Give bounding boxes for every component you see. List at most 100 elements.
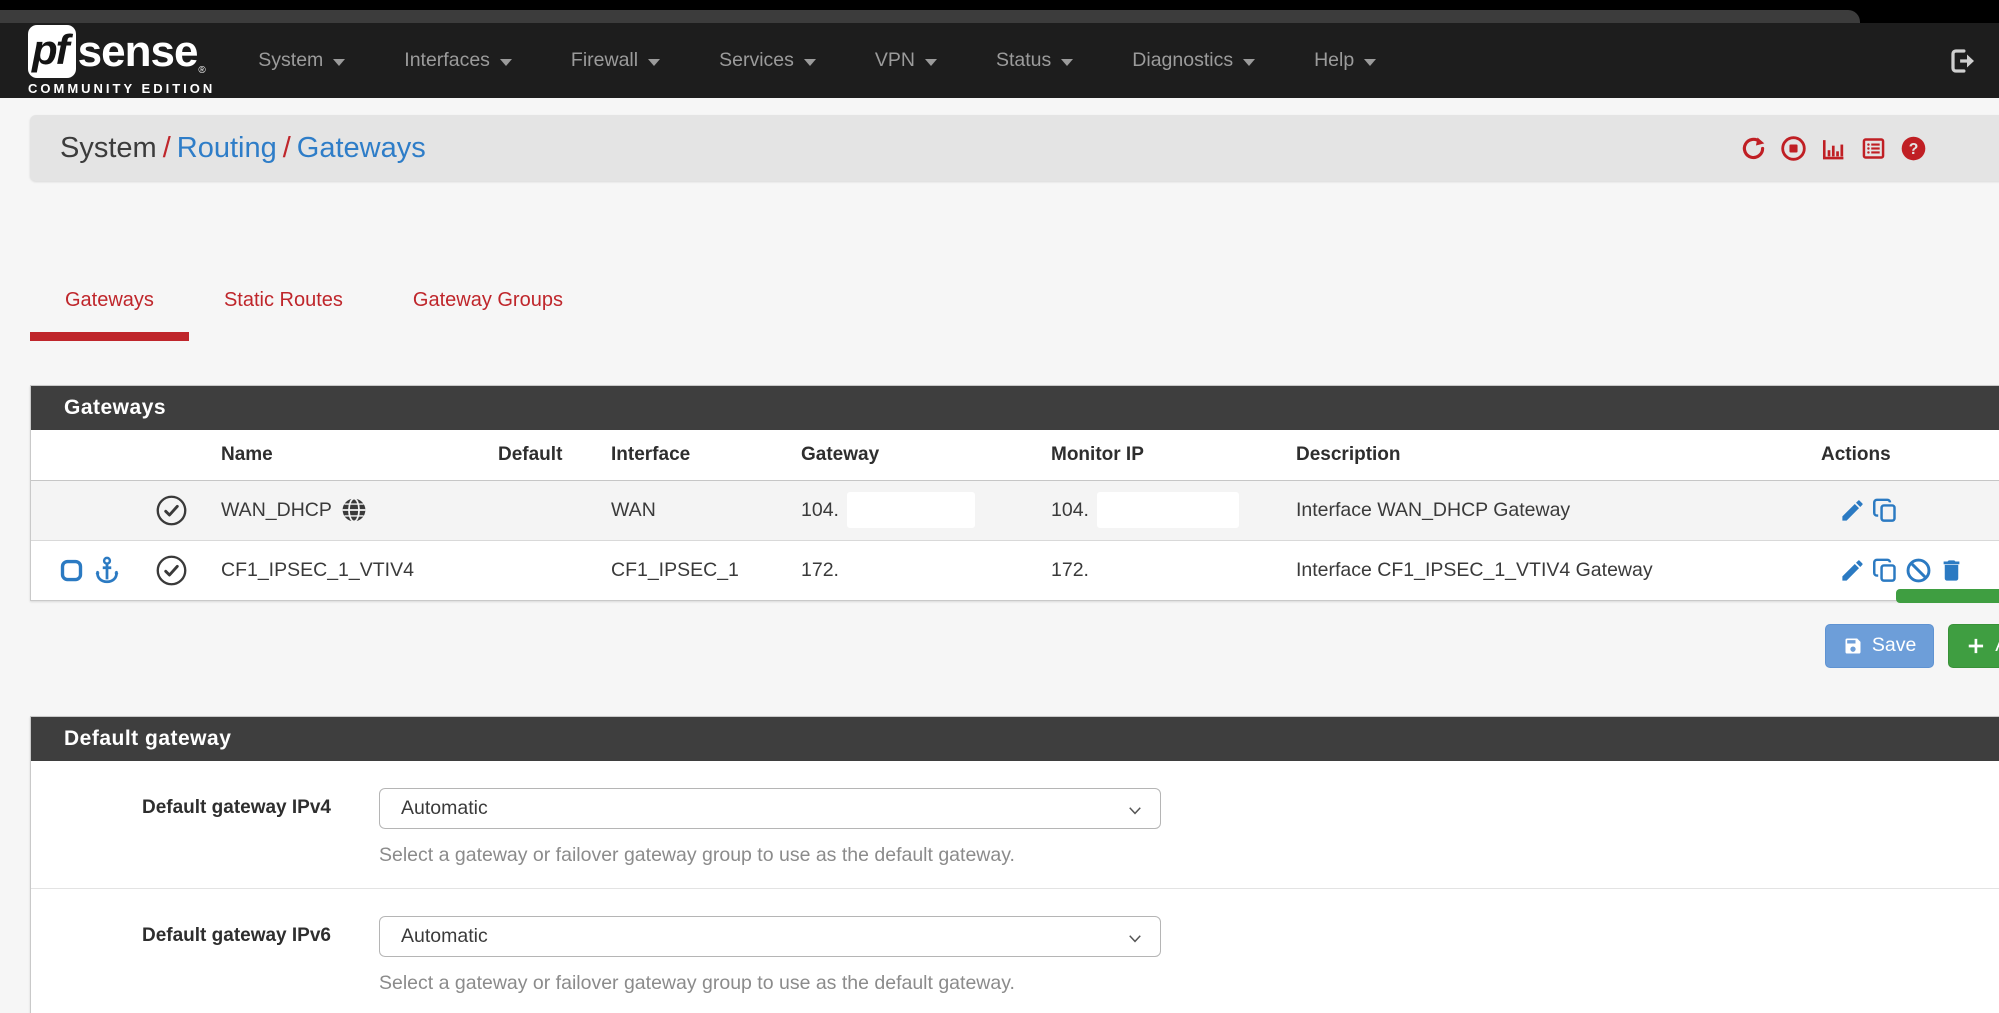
chevron-down-icon bbox=[648, 59, 660, 66]
anchor-icon[interactable] bbox=[92, 555, 122, 585]
breadcrumb-section: System bbox=[60, 132, 157, 164]
menu-item-status[interactable]: Status bbox=[975, 39, 1094, 82]
chevron-down-icon bbox=[804, 59, 816, 66]
chevron-down-icon bbox=[1126, 801, 1144, 819]
menu-item-services[interactable]: Services bbox=[698, 39, 837, 82]
table-button-bar: Save Add bbox=[30, 624, 1999, 668]
copy-icon[interactable] bbox=[1872, 497, 1899, 524]
col-monitor-ip: Monitor IP bbox=[1041, 430, 1286, 480]
gateway-interface: CF1_IPSEC_1 bbox=[601, 540, 791, 600]
menu-item-system[interactable]: System bbox=[237, 39, 366, 82]
page-header: System/Routing/Gateways ? bbox=[30, 115, 1999, 181]
gateway-default bbox=[488, 480, 601, 540]
chevron-down-icon bbox=[500, 59, 512, 66]
top-navbar: pf sense ® COMMUNITY EDITION System Inte… bbox=[0, 23, 1999, 98]
partially-hidden-add-button[interactable] bbox=[1896, 589, 1999, 603]
main-menu: System Interfaces Firewall Services VPN … bbox=[237, 39, 1414, 82]
default-gateway-panel-title: Default gateway bbox=[31, 717, 1999, 761]
col-name: Name bbox=[211, 430, 488, 480]
refresh-icon[interactable] bbox=[1740, 135, 1767, 162]
col-default: Default bbox=[488, 430, 601, 480]
menu-item-help[interactable]: Help bbox=[1293, 39, 1397, 82]
chevron-down-icon bbox=[1061, 59, 1073, 66]
edit-icon[interactable] bbox=[1839, 557, 1866, 584]
chevron-down-icon bbox=[1364, 59, 1376, 66]
svg-text:?: ? bbox=[1909, 141, 1919, 158]
form-row-ipv6: Default gateway IPv6 Automatic Select a … bbox=[31, 889, 1999, 1013]
stop-icon[interactable] bbox=[1780, 135, 1807, 162]
section-tabs: Gateways Static Routes Gateway Groups bbox=[30, 275, 1999, 341]
table-row: CF1_IPSEC_1_VTIV4 CF1_IPSEC_1 172. 172. … bbox=[31, 540, 1999, 600]
gateways-panel-title: Gateways bbox=[31, 386, 1999, 430]
monitor-ip: 172. bbox=[1041, 540, 1286, 600]
table-header-row: Name Default Interface Gateway Monitor I… bbox=[31, 430, 1999, 480]
menu-item-firewall[interactable]: Firewall bbox=[550, 39, 681, 82]
selected-value: Automatic bbox=[401, 925, 488, 948]
table-row: WAN_DHCP WAN 104. 104. Interface WAN_DHC… bbox=[31, 480, 1999, 540]
breadcrumb-separator: / bbox=[277, 132, 297, 164]
tab-static-routes[interactable]: Static Routes bbox=[189, 275, 378, 341]
bar-chart-icon[interactable] bbox=[1820, 135, 1847, 162]
default-gateway-panel: Default gateway Default gateway IPv4 Aut… bbox=[30, 716, 1999, 1013]
gateways-table: Name Default Interface Gateway Monitor I… bbox=[31, 430, 1999, 600]
community-edition-label: COMMUNITY EDITION bbox=[28, 81, 215, 96]
disable-icon[interactable] bbox=[1905, 557, 1932, 584]
gateway-default bbox=[488, 540, 601, 600]
redaction-box bbox=[1097, 492, 1239, 528]
window-top-bar bbox=[0, 10, 1860, 23]
save-button[interactable]: Save bbox=[1825, 624, 1934, 668]
logout-button[interactable] bbox=[1947, 46, 1977, 76]
gateway-description: Interface WAN_DHCP Gateway bbox=[1286, 480, 1811, 540]
gateway-name: WAN_DHCP bbox=[221, 499, 332, 522]
chevron-down-icon bbox=[333, 59, 345, 66]
col-gateway: Gateway bbox=[791, 430, 1041, 480]
breadcrumb-separator: / bbox=[157, 132, 177, 164]
add-button[interactable]: Add bbox=[1948, 624, 1999, 668]
tab-gateways[interactable]: Gateways bbox=[30, 275, 189, 341]
delete-icon[interactable] bbox=[1938, 557, 1965, 584]
breadcrumb: System/Routing/Gateways bbox=[60, 132, 426, 165]
default-gateway-ipv4-select[interactable]: Automatic bbox=[379, 788, 1161, 829]
ipv4-help-text: Select a gateway or failover gateway gro… bbox=[379, 844, 1161, 867]
help-icon[interactable]: ? bbox=[1900, 135, 1927, 162]
menu-item-interfaces[interactable]: Interfaces bbox=[383, 39, 533, 82]
breadcrumb-link-routing[interactable]: Routing bbox=[177, 132, 277, 164]
header-action-icons: ? bbox=[1740, 115, 1927, 181]
monitor-ip: 104. bbox=[1051, 499, 1089, 522]
gateway-name: CF1_IPSEC_1_VTIV4 bbox=[211, 540, 488, 600]
gateways-panel: Gateways Name Default Interface Gateway … bbox=[30, 385, 1999, 601]
copy-icon[interactable] bbox=[1872, 557, 1899, 584]
globe-icon bbox=[341, 497, 367, 523]
gateway-interface: WAN bbox=[601, 480, 791, 540]
menu-item-diagnostics[interactable]: Diagnostics bbox=[1111, 39, 1276, 82]
default-gateway-ipv6-select[interactable]: Automatic bbox=[379, 916, 1161, 957]
desktop-top-strip bbox=[0, 0, 1999, 10]
chevron-down-icon bbox=[925, 59, 937, 66]
plus-icon bbox=[1966, 636, 1986, 656]
tab-gateway-groups[interactable]: Gateway Groups bbox=[378, 275, 598, 341]
sign-out-icon bbox=[1947, 46, 1977, 76]
ipv6-help-text: Select a gateway or failover gateway gro… bbox=[379, 972, 1161, 995]
default-gateway-ipv4-label: Default gateway IPv4 bbox=[31, 788, 331, 867]
col-interface: Interface bbox=[601, 430, 791, 480]
form-row-ipv4: Default gateway IPv4 Automatic Select a … bbox=[31, 761, 1999, 889]
chevron-down-icon bbox=[1126, 929, 1144, 947]
col-actions: Actions bbox=[1811, 430, 1999, 480]
sense-logo-text: sense bbox=[78, 30, 198, 74]
edit-icon[interactable] bbox=[1839, 497, 1866, 524]
gateway-description: Interface CF1_IPSEC_1_VTIV4 Gateway bbox=[1286, 540, 1811, 600]
gateway-ip: 104. bbox=[801, 499, 839, 522]
col-description: Description bbox=[1286, 430, 1811, 480]
window-top-edge bbox=[0, 10, 1999, 23]
breadcrumb-link-gateways[interactable]: Gateways bbox=[297, 132, 426, 164]
log-icon[interactable] bbox=[1860, 135, 1887, 162]
pfsense-logo[interactable]: pf sense ® COMMUNITY EDITION bbox=[28, 25, 215, 96]
gateway-ip: 172. bbox=[791, 540, 1041, 600]
menu-item-vpn[interactable]: VPN bbox=[854, 39, 958, 82]
chevron-down-icon bbox=[1243, 59, 1255, 66]
registered-mark: ® bbox=[198, 65, 205, 76]
redaction-box bbox=[847, 492, 975, 528]
pf-logo-box: pf bbox=[28, 25, 76, 78]
check-circle-icon bbox=[155, 494, 188, 527]
checkbox-icon[interactable] bbox=[58, 557, 85, 584]
